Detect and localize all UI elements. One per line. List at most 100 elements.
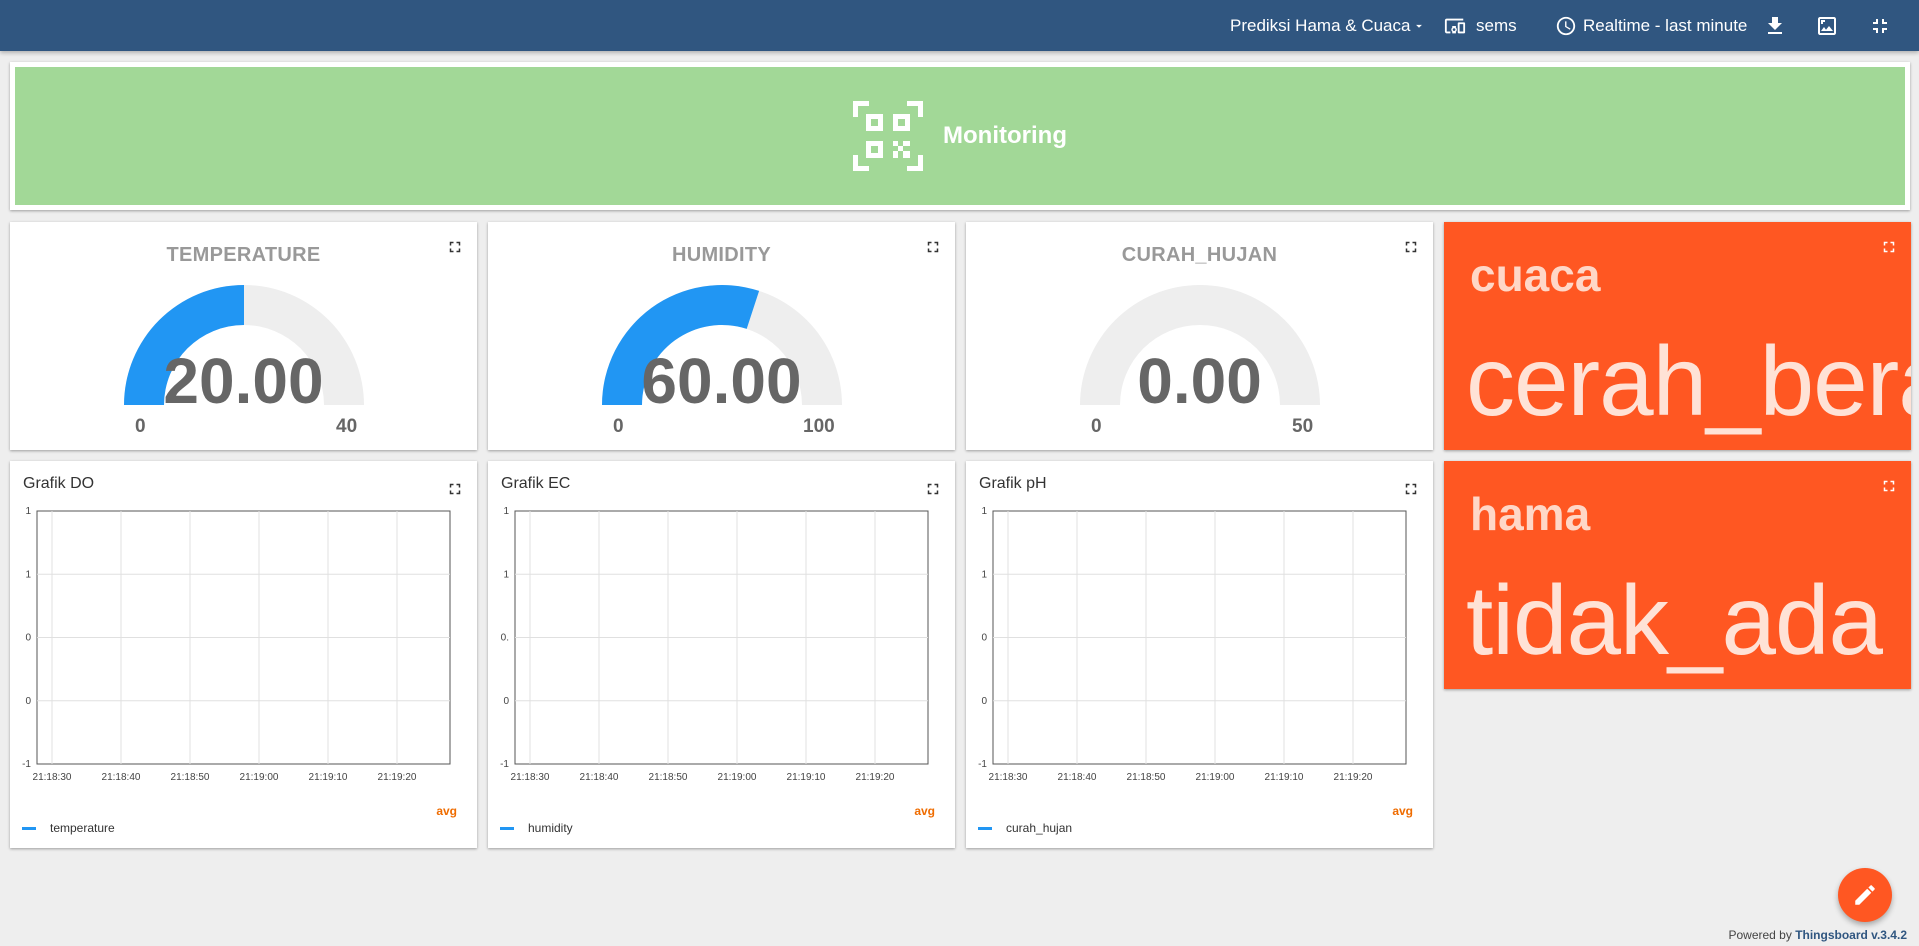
y-tick-label: 1 (25, 569, 31, 580)
fullscreen-button[interactable] (923, 237, 943, 257)
gauge-max-label: 100 (803, 416, 835, 437)
fullscreen-icon (449, 241, 461, 253)
y-tick-label: 0 (981, 633, 987, 644)
value-card-cuaca: cuaca cerah_bera (1444, 222, 1911, 450)
fullscreen-button[interactable] (1401, 479, 1421, 499)
gauge-title: CURAH_HUJAN (1121, 244, 1278, 266)
footer: Powered by Thingsboard v.3.4.2 (1728, 928, 1907, 942)
x-tick-label: 21:18:30 (511, 772, 550, 783)
x-tick-label: 21:19:20 (856, 772, 895, 783)
fullscreen-button[interactable] (1879, 476, 1899, 496)
value-card-label: hama (1470, 488, 1591, 540)
y-tick-label: -1 (978, 759, 987, 770)
y-tick-label: 0 (503, 696, 509, 707)
gauge-title: TEMPERATURE (166, 244, 321, 266)
monitoring-banner[interactable]: Monitoring (15, 67, 1905, 205)
device-icon (1444, 18, 1466, 33)
y-tick-label: 1 (25, 506, 31, 517)
chart-avg-label: avg (914, 804, 935, 818)
fullscreen-button[interactable] (1879, 237, 1899, 257)
fullscreen-icon (449, 483, 461, 495)
chart-legend[interactable]: temperature (22, 821, 115, 835)
gauge-card-temperature: TEMPERATURE 20.00 0 40 (10, 222, 477, 450)
y-tick-label: -1 (22, 759, 31, 770)
timewindow-button[interactable]: Realtime - last minute (1555, 0, 1747, 51)
dashboard-select[interactable]: Prediksi Hama & Cuaca (1230, 0, 1426, 51)
device-select[interactable]: sems (1444, 0, 1517, 51)
qr-code-icon (853, 101, 924, 171)
chart-card-ec: Grafik EC 21:18:30 21:18:40 21:18:50 21:19:… (488, 461, 955, 848)
image-export-icon (1818, 17, 1836, 35)
dashboard-toolbar: Prediksi Hama & Cuaca sems Realtime - la… (0, 0, 1919, 51)
value-card-hama: hama tidak_ada (1444, 461, 1911, 689)
x-tick-label: 21:19:00 (718, 772, 757, 783)
chart-title: Grafik DO (23, 475, 95, 492)
edit-dashboard-button[interactable] (1838, 868, 1892, 922)
legend-label: curah_hujan (1006, 821, 1073, 835)
export-button[interactable] (1757, 8, 1793, 44)
y-tick-label: 0 (25, 633, 31, 644)
exit-fullscreen-icon (1873, 19, 1887, 33)
x-tick-label: 21:18:50 (171, 772, 210, 783)
export-image-button[interactable] (1809, 8, 1845, 44)
y-tick-label: -1 (500, 759, 509, 770)
x-tick-label: 21:18:30 (33, 772, 72, 783)
x-tick-label: 21:18:40 (580, 772, 619, 783)
line-chart[interactable]: 21:18:30 21:18:40 21:18:50 21:19:00 21:19:10… (10, 501, 477, 801)
fullscreen-icon (1883, 480, 1895, 492)
value-card-label: cuaca (1470, 249, 1601, 301)
y-tick-label: 0 (981, 696, 987, 707)
y-tick-label: 1 (981, 569, 987, 580)
chart-legend[interactable]: humidity (500, 821, 573, 835)
fullscreen-button[interactable] (1401, 237, 1421, 257)
gauge-value: 0.00 (1137, 345, 1262, 417)
chevron-down-icon (1416, 24, 1423, 28)
value-card-value: tidak_ada (1466, 565, 1883, 675)
gauge-card-humidity: HUMIDITY 60.00 0 100 (488, 222, 955, 450)
x-tick-label: 21:18:40 (1058, 772, 1097, 783)
gauge-min-label: 0 (613, 416, 624, 437)
value-card-value: cerah_bera (1466, 326, 1911, 436)
footer-brand-link[interactable]: Thingsboard v.3.4.2 (1795, 928, 1907, 942)
chart-legend[interactable]: curah_hujan (978, 821, 1072, 835)
legend-label: humidity (528, 821, 573, 835)
y-tick-label: 1 (503, 506, 509, 517)
fullscreen-icon (927, 241, 939, 253)
legend-swatch (22, 826, 36, 830)
fullscreen-button[interactable] (923, 479, 943, 499)
legend-label: temperature (50, 821, 115, 835)
chart-avg-label: avg (1392, 804, 1413, 818)
gauge-title: HUMIDITY (671, 244, 772, 266)
exit-fullscreen-button[interactable] (1862, 8, 1898, 44)
chart-avg-label: avg (436, 804, 457, 818)
x-tick-label: 21:19:10 (787, 772, 826, 783)
chart-card-do: Grafik DO 21:18:30 21:18:40 21:18:50 21:19:… (10, 461, 477, 848)
fullscreen-icon (927, 483, 939, 495)
gauge-min-label: 0 (1091, 416, 1102, 437)
gauge-min-label: 0 (135, 416, 146, 437)
legend-swatch (500, 826, 514, 830)
x-tick-label: 21:18:30 (989, 772, 1028, 783)
fullscreen-button[interactable] (445, 237, 465, 257)
x-tick-label: 21:19:10 (1265, 772, 1304, 783)
banner-title: Monitoring (943, 122, 1067, 149)
timewindow-label: Realtime - last minute (1583, 15, 1748, 35)
monitoring-banner-card: Monitoring (10, 62, 1910, 210)
y-tick-label: 1 (981, 506, 987, 517)
gauge-max-label: 50 (1292, 416, 1314, 437)
gauge-value: 20.00 (163, 345, 324, 417)
fullscreen-button[interactable] (445, 479, 465, 499)
chart-title: Grafik pH (979, 475, 1047, 492)
line-chart[interactable]: 21:18:30 21:18:40 21:18:50 21:19:00 21:19:10… (966, 501, 1433, 801)
x-tick-label: 21:18:40 (102, 772, 141, 783)
line-chart[interactable]: 21:18:30 21:18:40 21:18:50 21:19:00 21:19:10… (488, 501, 955, 801)
fullscreen-icon (1405, 241, 1417, 253)
device-name: sems (1476, 15, 1517, 35)
y-tick-label: 1 (503, 569, 509, 580)
dashboard-name: Prediksi Hama & Cuaca (1230, 15, 1411, 35)
gauge-value: 60.00 (641, 345, 802, 417)
y-tick-label: 0. (501, 633, 509, 644)
x-tick-label: 21:19:00 (1196, 772, 1235, 783)
x-tick-label: 21:19:20 (378, 772, 417, 783)
clock-icon (1556, 16, 1576, 35)
